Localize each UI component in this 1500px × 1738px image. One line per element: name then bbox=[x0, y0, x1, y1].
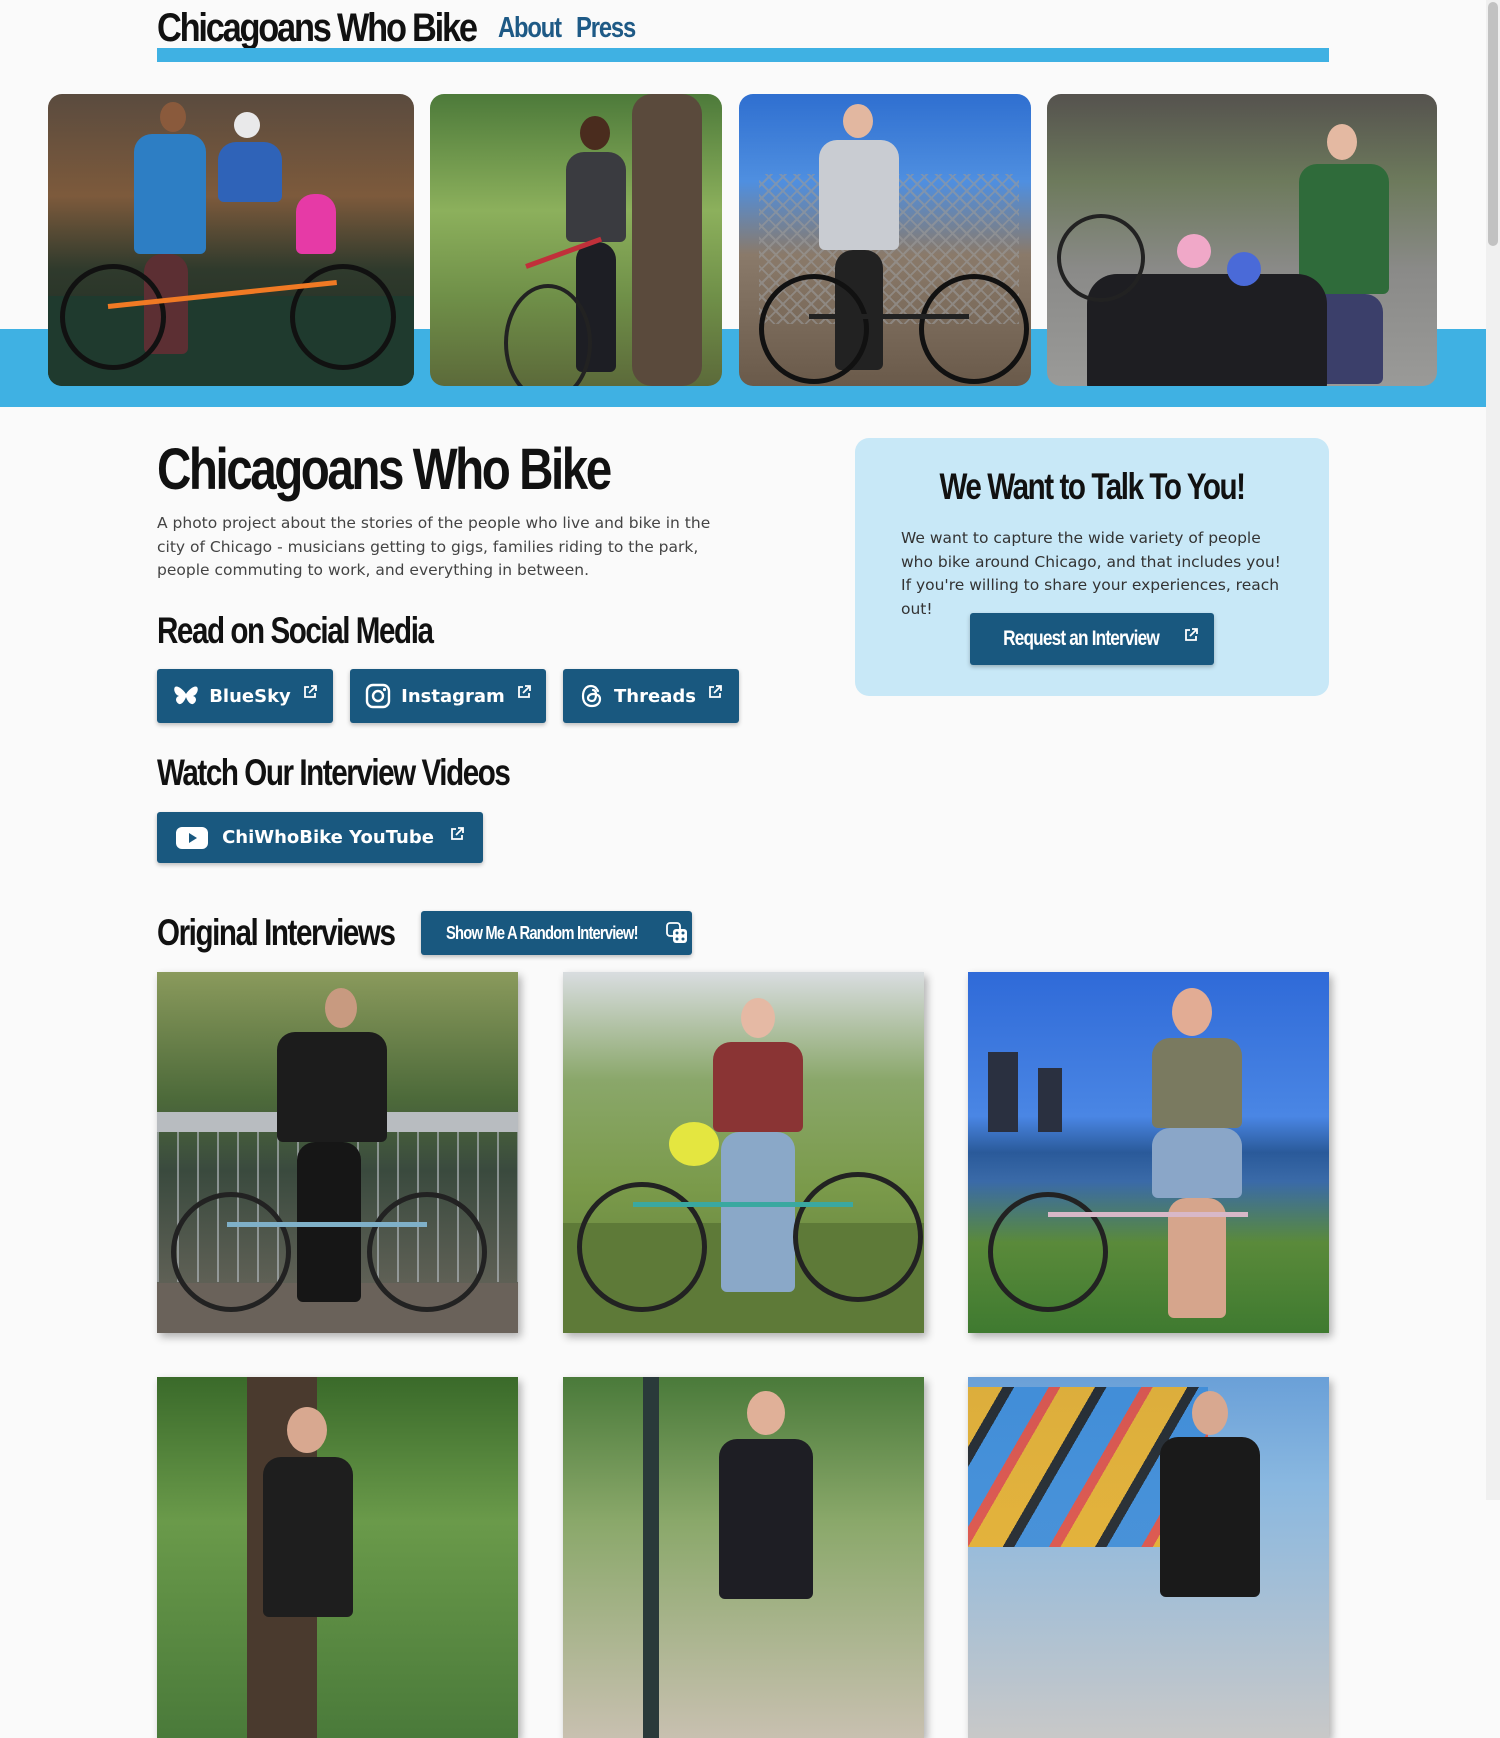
intro-description: A photo project about the stories of the… bbox=[157, 514, 711, 579]
social-heading: Read on Social Media bbox=[157, 610, 434, 651]
interviews-heading: Original Interviews bbox=[157, 912, 396, 953]
callout-heading: We Want to Talk To You! bbox=[939, 466, 1246, 507]
hero-photo-family bbox=[48, 94, 414, 386]
nav-press-link[interactable]: Press bbox=[576, 12, 636, 45]
interview-callout: We Want to Talk To You! We want to captu… bbox=[855, 438, 1329, 696]
external-link-icon bbox=[451, 826, 464, 840]
bluesky-label: BlueSky bbox=[209, 685, 291, 707]
threads-icon bbox=[581, 684, 602, 708]
dice-icon bbox=[666, 922, 688, 943]
page-scrollbar[interactable] bbox=[1486, 0, 1500, 1500]
butterfly-icon bbox=[174, 686, 198, 705]
random-interview-label: Show Me A Random Interview! bbox=[445, 922, 638, 943]
external-link-icon bbox=[303, 685, 317, 698]
interview-photo-6[interactable] bbox=[968, 1377, 1329, 1738]
instagram-button[interactable]: Instagram bbox=[350, 669, 546, 723]
external-link-icon bbox=[1185, 628, 1198, 641]
nav-about-link[interactable]: About bbox=[498, 12, 562, 45]
interview-photo-4[interactable] bbox=[157, 1377, 518, 1738]
instagram-label: Instagram bbox=[401, 685, 505, 707]
request-interview-label: Request an Interview bbox=[1003, 627, 1160, 650]
youtube-button[interactable]: ChiWhoBike YouTube bbox=[157, 812, 483, 863]
request-interview-button[interactable]: Request an Interview bbox=[970, 613, 1214, 665]
instagram-icon bbox=[365, 683, 391, 709]
videos-heading: Watch Our Interview Videos bbox=[157, 752, 511, 793]
interview-photo-1[interactable] bbox=[157, 972, 518, 1333]
interview-photo-5[interactable] bbox=[563, 1377, 924, 1738]
scrollbar-thumb[interactable] bbox=[1488, 2, 1498, 246]
callout-body: We want to capture the wide variety of p… bbox=[901, 529, 1281, 618]
random-interview-button[interactable]: Show Me A Random Interview! bbox=[421, 911, 692, 955]
hero-photo-rider-fence bbox=[739, 94, 1031, 386]
interview-photo-3[interactable] bbox=[968, 972, 1329, 1333]
site-title[interactable]: Chicagoans Who Bike bbox=[157, 6, 478, 51]
youtube-label: ChiWhoBike YouTube bbox=[222, 827, 434, 848]
interview-photo-2[interactable] bbox=[563, 972, 924, 1333]
header-accent-bar bbox=[157, 48, 1329, 62]
threads-button[interactable]: Threads bbox=[563, 669, 739, 723]
youtube-icon bbox=[176, 826, 209, 849]
bluesky-button[interactable]: BlueSky bbox=[157, 669, 333, 723]
threads-label: Threads bbox=[614, 685, 696, 707]
hero-photo-cargo-bike bbox=[1047, 94, 1437, 386]
external-link-icon bbox=[517, 685, 531, 698]
page-title: Chicagoans Who Bike bbox=[157, 437, 612, 502]
external-link-icon bbox=[709, 685, 722, 698]
hero-photo-rider-park bbox=[430, 94, 722, 386]
